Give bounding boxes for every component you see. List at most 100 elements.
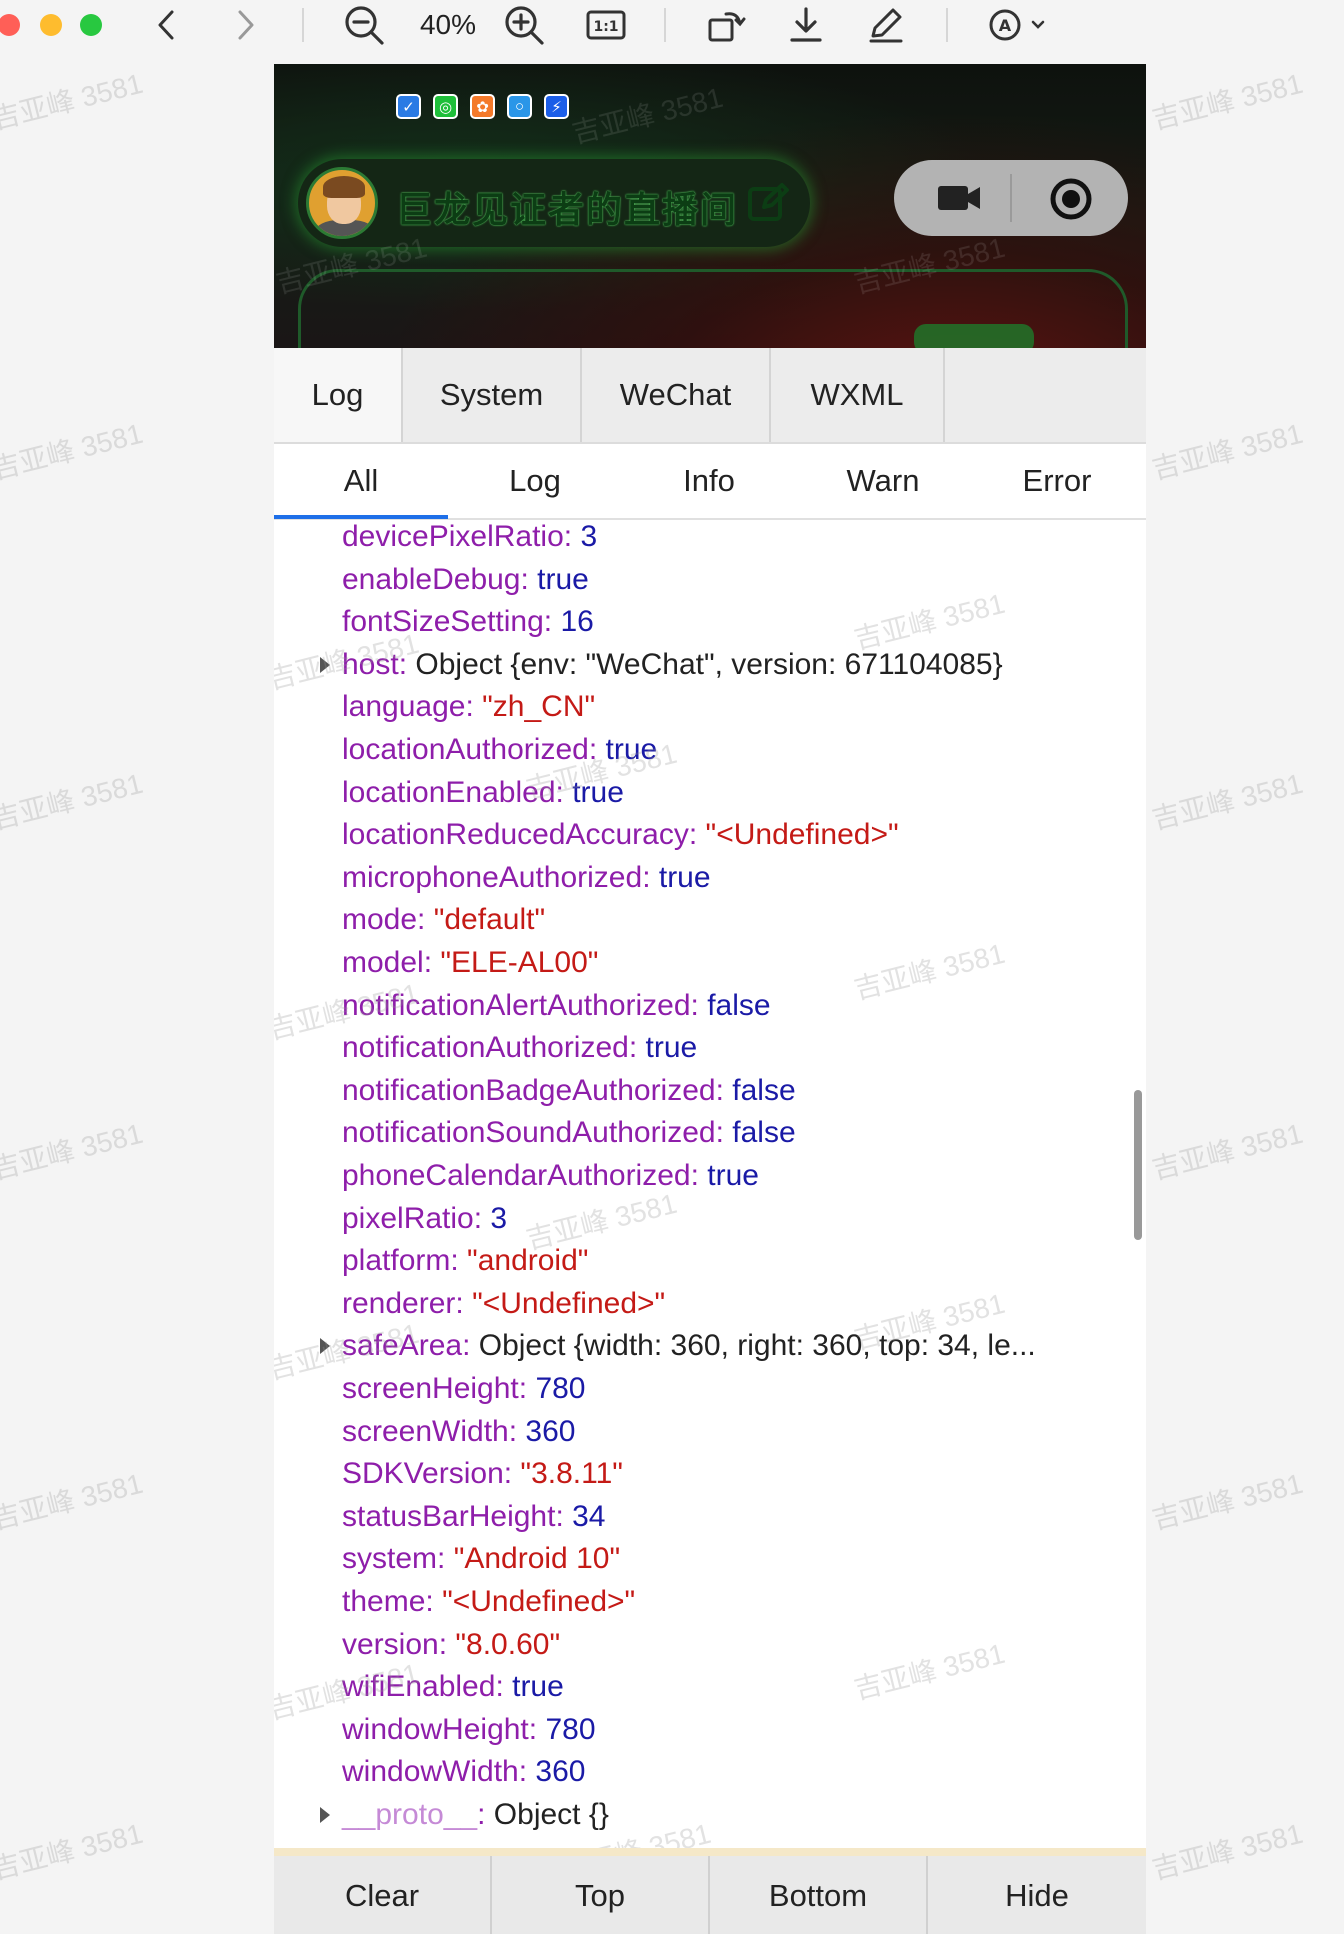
blue-app-icon[interactable]: ⚡ bbox=[544, 94, 569, 119]
log-entry-value: "ELE-AL00" bbox=[440, 946, 599, 979]
watermark: 吉亚峰 3581 bbox=[850, 937, 1008, 1006]
expand-caret-icon[interactable] bbox=[320, 1338, 330, 1355]
edit-icon[interactable] bbox=[746, 181, 790, 230]
log-entry-key: wifiEnabled bbox=[342, 1670, 496, 1704]
log-entry: fontSizeSetting: 16 bbox=[342, 602, 594, 642]
log-entry: locationEnabled: true bbox=[342, 773, 624, 813]
log-entry-separator: : bbox=[715, 1116, 733, 1150]
scrollbar[interactable] bbox=[1134, 1090, 1142, 1240]
expand-caret-icon[interactable] bbox=[320, 656, 330, 673]
zoom-level-label: 40% bbox=[419, 9, 477, 40]
avatar[interactable] bbox=[306, 167, 378, 239]
log-entry-separator: : bbox=[690, 1159, 708, 1192]
log-entry-key: pixelRatio bbox=[342, 1201, 474, 1235]
log-entry-separator: : bbox=[455, 1286, 473, 1320]
camera-controls bbox=[894, 160, 1128, 236]
log-entry: microphoneAuthorized: true bbox=[342, 858, 711, 898]
log-entry-separator: : bbox=[465, 690, 483, 724]
bottom-button[interactable]: Bottom bbox=[710, 1856, 928, 1934]
watermark: 吉亚峰 3581 bbox=[1148, 767, 1306, 836]
toolbar-divider bbox=[664, 8, 666, 42]
log-entry-separator: : bbox=[417, 903, 434, 937]
log-panel[interactable]: devicePixelRatio: 3 enableDebug: true font… bbox=[274, 520, 1146, 1924]
tab-wechat[interactable]: WeChat bbox=[582, 348, 771, 442]
record-icon[interactable] bbox=[1048, 176, 1094, 227]
minimize-window-button[interactable] bbox=[40, 14, 62, 36]
filter-info[interactable]: Info bbox=[622, 444, 796, 518]
log-entry-value: 34 bbox=[572, 1499, 606, 1533]
log-entry-separator: : bbox=[423, 946, 441, 979]
log-entry-separator: : bbox=[528, 1712, 546, 1746]
tab-system[interactable]: System bbox=[403, 348, 582, 442]
watermark: 吉亚峰 3581 bbox=[0, 767, 146, 836]
log-entry-key: language bbox=[342, 690, 466, 724]
close-window-button[interactable] bbox=[0, 14, 20, 36]
back-icon[interactable] bbox=[148, 4, 184, 46]
markup-icon[interactable] bbox=[864, 4, 908, 46]
maximize-window-button[interactable] bbox=[80, 14, 102, 36]
log-entry-value: true bbox=[645, 1031, 698, 1065]
log-entry: locationAuthorized: true bbox=[342, 730, 657, 770]
log-entry: notificationAlertAuthorized: false bbox=[342, 986, 771, 1026]
download-icon[interactable] bbox=[784, 4, 828, 46]
log-entry-separator: : bbox=[508, 1414, 526, 1448]
log-entry-separator: : bbox=[642, 860, 659, 894]
log-entry-separator: : bbox=[588, 733, 606, 766]
mail-app-icon[interactable]: ✓ bbox=[396, 94, 421, 119]
filter-warn[interactable]: Warn bbox=[796, 444, 970, 518]
forward-icon[interactable] bbox=[228, 4, 264, 46]
watermark: 吉亚峰 3581 bbox=[1148, 67, 1306, 136]
log-entry: statusBarHeight: 34 bbox=[342, 1497, 606, 1537]
live-room-title: 巨龙见证者的直播间 bbox=[396, 189, 739, 230]
filter-all[interactable]: All bbox=[274, 444, 448, 518]
log-entry: version: "8.0.60" bbox=[342, 1625, 560, 1665]
host-info-pill[interactable]: 巨龙见证者的直播间 bbox=[298, 159, 810, 247]
log-entry-separator: : bbox=[438, 1627, 456, 1661]
log-entry-value: "default" bbox=[433, 903, 546, 937]
top-button[interactable]: Top bbox=[492, 1856, 710, 1934]
log-entry[interactable]: __proto__: Object {} bbox=[342, 1795, 609, 1835]
watermark: 吉亚峰 3581 bbox=[850, 1637, 1008, 1706]
tab-log[interactable]: Log bbox=[274, 348, 403, 442]
search-app-icon[interactable]: ○ bbox=[507, 94, 532, 119]
watermark: 吉亚峰 3581 bbox=[0, 1817, 146, 1886]
active-filter-indicator bbox=[274, 515, 448, 519]
log-entry-key: model bbox=[342, 946, 424, 979]
actual-size-icon[interactable]: 1:1 bbox=[584, 4, 628, 46]
log-entry-value: 16 bbox=[560, 605, 594, 639]
log-entry: model: "ELE-AL00" bbox=[342, 943, 598, 983]
log-entry: windowWidth: 360 bbox=[342, 1752, 585, 1792]
log-entry: mode: "default" bbox=[342, 900, 545, 940]
log-entry-separator: : bbox=[503, 1457, 521, 1491]
log-entry-value: false bbox=[732, 1116, 796, 1150]
expand-caret-icon[interactable] bbox=[320, 1807, 330, 1823]
tab-wxml[interactable]: WXML bbox=[771, 348, 945, 442]
log-entry-value: Object {width: 360, right: 360, top: 34,… bbox=[478, 1329, 1036, 1363]
app-icons-row: ✓ ◎ ✿ ○ ⚡ bbox=[396, 94, 569, 119]
log-entry-value: true bbox=[572, 775, 624, 809]
clear-button[interactable]: Clear bbox=[274, 1856, 492, 1934]
zoom-in-icon[interactable] bbox=[502, 4, 546, 46]
log-entry-key: SDKVersion bbox=[342, 1457, 504, 1491]
filter-log[interactable]: Log bbox=[448, 444, 622, 518]
log-entry-value: "Android 10" bbox=[453, 1542, 621, 1576]
log-entry[interactable]: host: Object {env: "WeChat", version: 67… bbox=[342, 645, 1003, 685]
log-entry: notificationBadgeAuthorized: false bbox=[342, 1071, 796, 1111]
log-entry-key: theme bbox=[342, 1585, 426, 1618]
wechat-app-icon[interactable]: ◎ bbox=[433, 94, 458, 119]
video-camera-icon[interactable] bbox=[936, 182, 982, 219]
log-entry-value: "<Undefined>" bbox=[442, 1585, 636, 1618]
annotate-icon[interactable]: A bbox=[986, 4, 1050, 46]
orange-app-icon[interactable]: ✿ bbox=[470, 94, 495, 119]
zoom-out-icon[interactable] bbox=[342, 4, 386, 46]
log-entry-separator: : bbox=[437, 1542, 454, 1576]
rotate-icon[interactable] bbox=[704, 4, 748, 46]
hide-button[interactable]: Hide bbox=[928, 1856, 1146, 1934]
toolbar-divider bbox=[946, 8, 948, 42]
log-entry-separator: : bbox=[477, 1798, 494, 1831]
log-entry-value: "8.0.60" bbox=[455, 1627, 561, 1661]
log-entry-value: true bbox=[658, 860, 711, 894]
filter-error[interactable]: Error bbox=[970, 444, 1144, 518]
log-entry[interactable]: safeArea: Object {width: 360, right: 360… bbox=[342, 1326, 1036, 1366]
log-entry-separator: : bbox=[425, 1585, 443, 1618]
